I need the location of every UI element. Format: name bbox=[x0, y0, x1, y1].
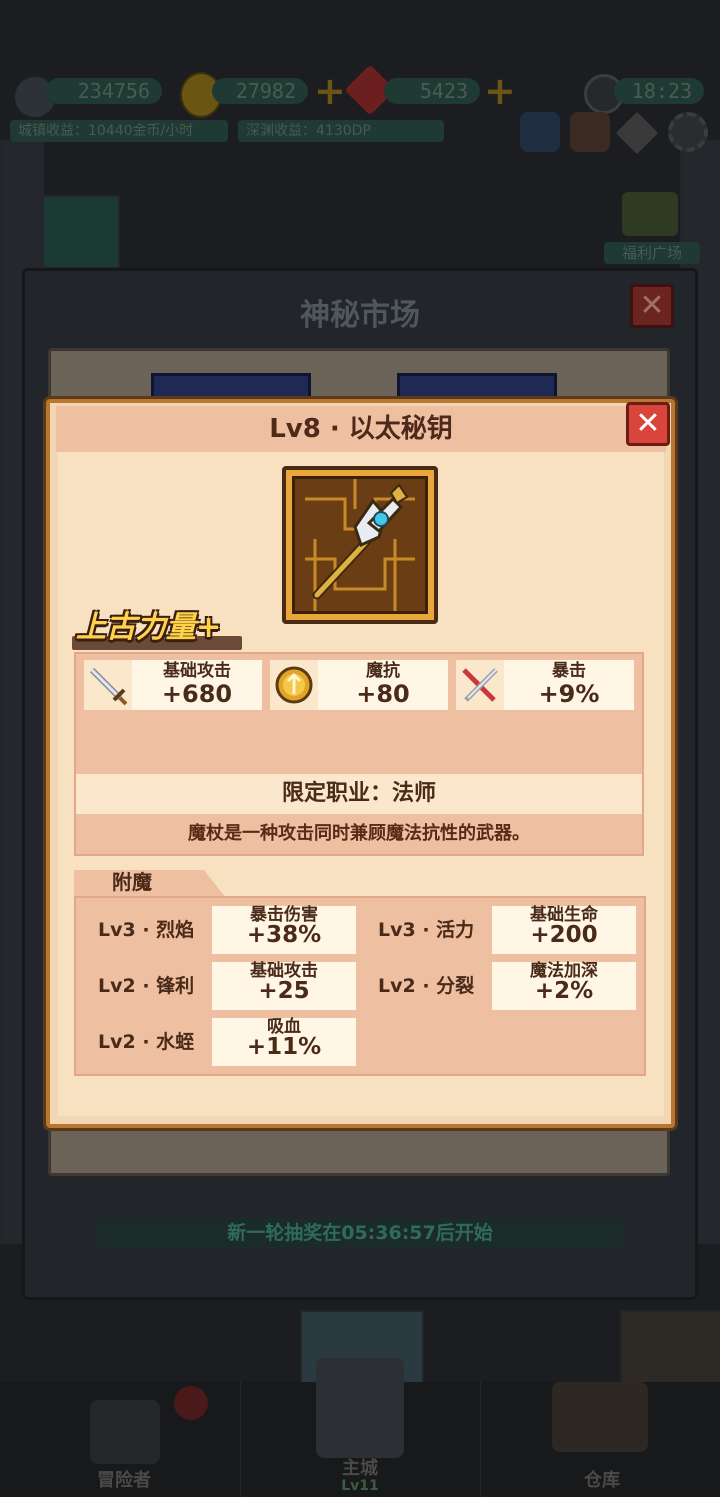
crossed-swords-icon bbox=[456, 660, 504, 710]
market-title: 神秘市场 bbox=[300, 298, 420, 333]
enchant-name: Lv3 · 活力 bbox=[378, 919, 475, 941]
close-icon: ✕ bbox=[639, 288, 665, 323]
nav-adventurer[interactable]: 冒险者 bbox=[54, 1466, 194, 1492]
enchant-name: Lv2 · 分裂 bbox=[378, 975, 475, 997]
sword-icon bbox=[84, 660, 132, 710]
team-icon[interactable] bbox=[520, 112, 560, 152]
guild-icon[interactable] bbox=[570, 112, 610, 152]
enchant-name: Lv2 · 水蛭 bbox=[98, 1031, 195, 1053]
stat-value: +9% bbox=[538, 680, 600, 708]
class-restriction: 限定职业：法师 bbox=[281, 781, 436, 806]
item-icon bbox=[292, 476, 428, 614]
building-tile bbox=[40, 195, 120, 269]
stat-label: 魔抗 bbox=[366, 661, 400, 681]
stat-value: +680 bbox=[161, 680, 233, 708]
enchant-name: Lv3 · 烈焰 bbox=[98, 919, 195, 941]
enchant-value: +11% bbox=[246, 1034, 322, 1060]
bottom-nav: 冒险者 主城 Lv11 仓库 bbox=[0, 1358, 720, 1497]
add-gold-icon[interactable]: + bbox=[314, 72, 346, 110]
enchant-value: +38% bbox=[246, 922, 322, 948]
stat-label: 基础攻击 bbox=[163, 661, 231, 681]
market-close-button[interactable]: ✕ bbox=[630, 284, 674, 328]
alert-badge-icon bbox=[174, 1386, 208, 1420]
abyss-income: 深渊收益：4130DP bbox=[238, 120, 444, 142]
adventurer-icon[interactable] bbox=[90, 1400, 160, 1464]
enchant-value: +25 bbox=[258, 978, 310, 1004]
magic-resist-icon bbox=[270, 660, 318, 710]
item-title: Lv8 · 以太秘钥 bbox=[269, 414, 453, 444]
gift-icon[interactable] bbox=[622, 192, 678, 236]
town-income: 城镇收益：10440金币/小时 bbox=[10, 120, 228, 142]
nav-divider bbox=[480, 1382, 481, 1497]
stat-label: 暴击 bbox=[552, 661, 586, 681]
gold-value: 27982 bbox=[212, 78, 308, 104]
stat-value: +80 bbox=[356, 680, 410, 708]
main-city-level: Lv11 bbox=[341, 1478, 379, 1494]
power-value: 234756 bbox=[46, 78, 162, 104]
staff-icon bbox=[305, 479, 415, 611]
lottery-timer: 新一轮抽奖在05:36:57后开始 bbox=[96, 1218, 624, 1248]
item-description: 魔杖是一种攻击同时兼顾魔法抗性的武器。 bbox=[188, 823, 530, 844]
add-gem-icon[interactable]: + bbox=[484, 72, 516, 110]
nav-main-city[interactable]: 主城 bbox=[290, 1454, 430, 1480]
settings-gear-icon[interactable] bbox=[668, 112, 708, 152]
mail-icon[interactable] bbox=[615, 111, 659, 155]
time-value: 18:23 bbox=[614, 78, 704, 104]
nav-warehouse[interactable]: 仓库 bbox=[532, 1466, 672, 1492]
enchant-title: 附魔 bbox=[112, 870, 152, 894]
warehouse-icon[interactable] bbox=[552, 1382, 648, 1452]
enchant-value: +200 bbox=[530, 922, 598, 948]
gem-value: 5423 bbox=[384, 78, 480, 104]
item-quality: 上古力量+ bbox=[76, 610, 222, 645]
welfare-button[interactable]: 福利广场 bbox=[604, 242, 700, 264]
item-close-button[interactable]: ✕ bbox=[626, 402, 670, 446]
nav-divider bbox=[240, 1382, 241, 1497]
enchant-name: Lv2 · 锋利 bbox=[98, 975, 195, 997]
enchant-value: +2% bbox=[534, 978, 594, 1004]
building-tile bbox=[620, 1310, 720, 1384]
top-hud: 234756 27982 + 5423 + 18:23 城镇收益：10440金币… bbox=[0, 60, 720, 160]
close-icon: ✕ bbox=[635, 406, 661, 441]
main-city-icon[interactable] bbox=[316, 1358, 404, 1458]
